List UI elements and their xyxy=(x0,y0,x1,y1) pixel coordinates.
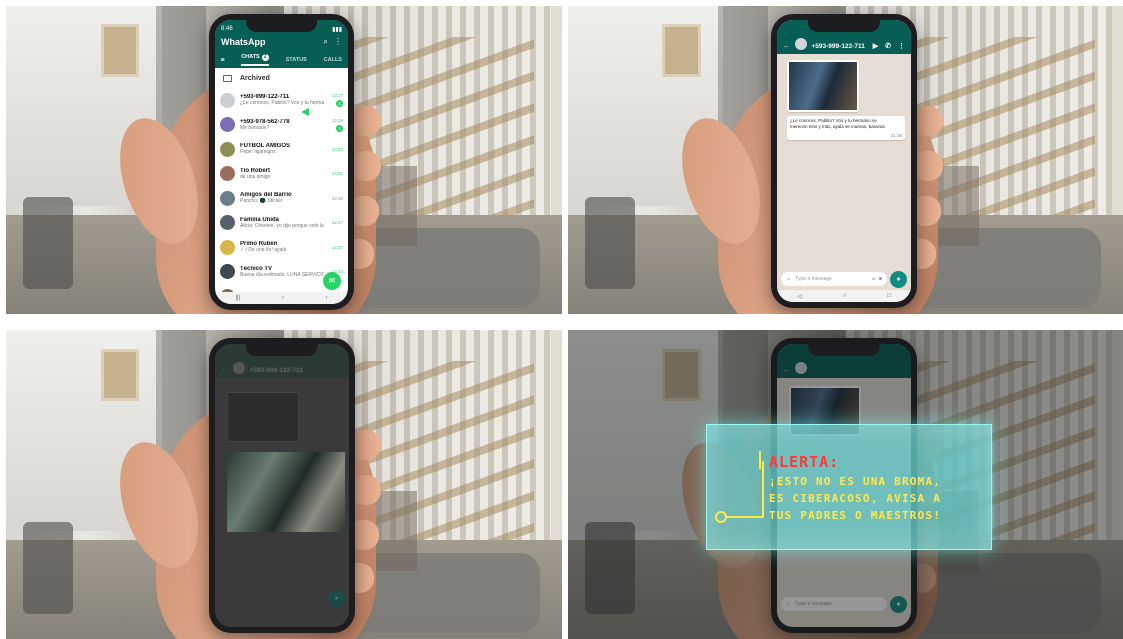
phone: 8:46 ▮▮▮ WhatsApp ⌕ ⋮ ◙ CHATS 2 STATUS CALL… xyxy=(209,14,354,310)
chat-last-message: de una amigo xyxy=(240,173,271,180)
input-placeholder: Type a message xyxy=(795,276,832,282)
unread-badge: 1 xyxy=(336,100,343,108)
cyberbullying-alert: ALERTA: ¡ESTO NO ES UNA BROMA, ES CIBERA… xyxy=(706,424,992,550)
chat-last-message: Pancho: 🌑 Sticker xyxy=(240,198,283,205)
chat-last-message: Pepe: ligamigos xyxy=(240,149,276,156)
tutorial-grid: 8:46 ▮▮▮ WhatsApp ⌕ ⋮ ◙ CHATS 2 STATUS CALL… xyxy=(0,0,1123,639)
panel-chat-list: 8:46 ▮▮▮ WhatsApp ⌕ ⋮ ◙ CHATS 2 STATUS CALL… xyxy=(6,6,562,314)
message-text: ¿Le conoces, Pablito? Vos y tu hermano s… xyxy=(790,118,887,129)
chat-time: 14:27 xyxy=(331,220,343,226)
archive-icon xyxy=(223,74,232,82)
contact-number[interactable]: +593-999-122-711 xyxy=(812,43,865,50)
contact-avatar[interactable] xyxy=(232,362,245,374)
alert-cursor xyxy=(759,451,761,469)
message-input[interactable]: ☺ Type a message ⌀ ◙ xyxy=(781,272,887,286)
chat-last-message: Me borraste? xyxy=(240,124,270,131)
avatar xyxy=(220,215,235,231)
phone-call-icon[interactable]: ✆ xyxy=(885,42,891,50)
alert-line-3: TUS PADRES O MAESTROS! xyxy=(769,509,942,522)
image-message[interactable] xyxy=(787,60,859,112)
android-nav-bar: ||| ○ ‹ xyxy=(215,292,348,304)
contact-avatar[interactable] xyxy=(794,38,807,50)
chats-badge: 2 xyxy=(261,54,269,61)
video-call-icon[interactable]: ▶ xyxy=(873,42,878,50)
camera-icon[interactable]: ◙ xyxy=(879,276,882,282)
tab-chats[interactable]: CHATS 2 xyxy=(241,54,269,66)
avatar xyxy=(220,141,235,157)
dimmed-chat-screen: ← +593-999-122-711 ● xyxy=(215,344,349,627)
mic-button[interactable]: ● xyxy=(328,590,345,607)
chat-row[interactable]: FÚTBOL AMIGOS Pepe: ligamigos 13:02 xyxy=(215,137,348,162)
text-message: ¿Le conoces, Pablito? Vos y tu hermano s… xyxy=(787,116,905,140)
menu-icon[interactable]: ⋮ xyxy=(334,37,342,47)
back-icon[interactable]: ‹ xyxy=(326,295,328,301)
status-time: 8:46 xyxy=(221,26,233,32)
attach-icon[interactable]: ⌀ xyxy=(872,276,875,282)
chat-row[interactable]: +593-978-562-778 Me borraste? 13:15 1 xyxy=(215,113,348,138)
chat-last-message: ✓✓De una tío! ayalá xyxy=(240,247,287,254)
pointer-arrow-icon xyxy=(301,108,309,116)
avatar xyxy=(220,92,235,108)
chat-last-message: ¿Le conoces, Pablito? Vos y tu hermano..… xyxy=(240,100,324,107)
recents-icon[interactable]: □ xyxy=(887,293,891,299)
tab-status[interactable]: STATUS xyxy=(286,57,307,63)
alert-line-2: ES CIBERACOSO, AVISA A xyxy=(769,492,942,505)
emoji-icon[interactable]: ☺ xyxy=(786,276,791,282)
mic-button[interactable]: ● xyxy=(890,271,907,288)
chat-row[interactable]: Primo Ruben ✓✓De una tío! ayalá 14:27 xyxy=(215,235,348,260)
alert-line-1: ¡ESTO NO ES UNA BROMA, xyxy=(769,475,942,488)
home-icon[interactable]: ○ xyxy=(281,295,285,301)
back-arrow-icon[interactable]: ← xyxy=(783,43,790,50)
chat-background: ¿Le conoces, Pablito? Vos y tu hermano s… xyxy=(777,54,911,302)
chat-screen: ← +593-999-122-711 ▶ ✆ ⋮ ¿Le conoces, Pabl… xyxy=(777,20,911,302)
avatar xyxy=(220,166,235,182)
archived-row[interactable]: Archived xyxy=(215,68,348,88)
signal-icon: ▮▮▮ xyxy=(332,26,342,33)
chat-time: 13:02 xyxy=(331,146,343,152)
panel-video-view: ← +593-999-122-711 ● xyxy=(6,330,562,639)
contact-number[interactable]: +593-999-122-711 xyxy=(250,367,303,374)
bullying-video[interactable] xyxy=(227,452,345,532)
thumbnail-image[interactable] xyxy=(227,392,299,442)
panel-alert: ← ☺ Type a message ● ALERTA: ¡ESTO NO ES… xyxy=(568,330,1123,639)
panel-open-chat: ← +593-999-122-711 ▶ ✆ ⋮ ¿Le conoces, Pabl… xyxy=(568,6,1123,314)
avatar xyxy=(220,190,235,206)
chat-time: 14:01 xyxy=(331,171,343,177)
home-icon[interactable]: ○ xyxy=(843,293,847,299)
tab-calls[interactable]: CALLS xyxy=(324,57,342,63)
chat-time: 13:17 xyxy=(331,93,343,99)
chat-time: 14:36 xyxy=(331,195,343,201)
chat-last-message: Alicia: Chevere, yo dije porque solo la … xyxy=(240,222,324,229)
app-title: WhatsApp xyxy=(221,37,266,47)
back-arrow-icon[interactable]: ← xyxy=(221,367,228,374)
avatar xyxy=(220,264,235,280)
chat-row[interactable]: Amigos del Barrio Pancho: 🌑 Sticker 14:36 xyxy=(215,186,348,211)
phone: ← +593-999-122-711 ● xyxy=(209,338,355,633)
avatar xyxy=(220,117,235,133)
chat-row[interactable]: Tío Robert de una amigo 14:01 xyxy=(215,162,348,187)
search-icon[interactable]: ⌕ xyxy=(324,37,328,47)
circuit-node-icon xyxy=(715,511,727,523)
menu-icon[interactable]: ⋮ xyxy=(898,42,905,50)
alert-title: ALERTA: xyxy=(769,453,840,471)
phone: ← +593-999-122-711 ▶ ✆ ⋮ ¿Le conoces, Pabl… xyxy=(771,14,917,308)
archived-label: Archived xyxy=(240,74,270,82)
back-icon[interactable]: ◁ xyxy=(797,293,802,300)
message-time: 21:38 xyxy=(890,133,902,138)
chat-row[interactable]: Familia Unida Alicia: Chevere, yo dije po… xyxy=(215,211,348,236)
android-nav-bar: ◁ ○ □ xyxy=(777,290,911,302)
recents-icon[interactable]: ||| xyxy=(235,295,240,301)
whatsapp-screen: 8:46 ▮▮▮ WhatsApp ⌕ ⋮ ◙ CHATS 2 STATUS CALL… xyxy=(215,20,348,304)
new-chat-button[interactable]: ✉ xyxy=(323,272,341,290)
unread-badge: 1 xyxy=(336,124,343,132)
camera-icon[interactable]: ◙ xyxy=(221,57,224,63)
chat-time: 14:27 xyxy=(331,244,343,250)
avatar xyxy=(220,239,235,255)
chat-row[interactable]: +593-999-122-711 ¿Le conoces, Pablito? Vo… xyxy=(215,88,348,113)
chat-time: 13:15 xyxy=(331,117,343,123)
chat-last-message: Buena día estimado. LUNA SERVICIO... xyxy=(240,271,324,278)
